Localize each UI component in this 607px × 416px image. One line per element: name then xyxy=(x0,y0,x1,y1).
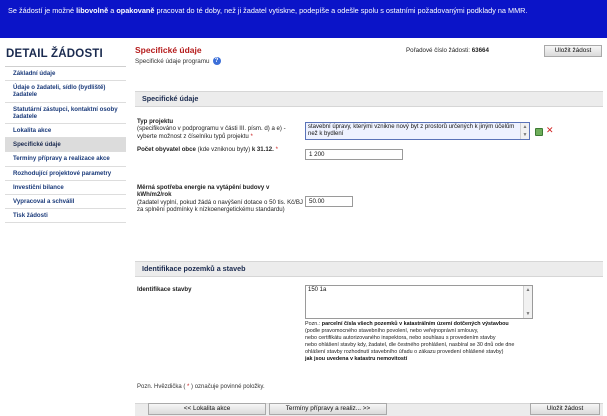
sidebar-item-investicni-bilance[interactable]: Investiční bilance xyxy=(5,181,126,196)
banner-bold-2: opakovaně xyxy=(116,6,155,15)
banner-text-3: pracovat do té doby, než ji žadatel vyti… xyxy=(154,6,528,15)
typ-projektu-required: * xyxy=(250,132,253,140)
note-bold-1: parcelní čísla všech pozemků v katastrál… xyxy=(321,321,509,327)
page-title: Specifické údaje xyxy=(135,45,202,55)
help-icon[interactable]: ? xyxy=(212,57,221,65)
note-line-5: ohlášení stavby rozhodnutí stavebního úř… xyxy=(305,348,504,355)
typ-projektu-value: stavební úpravy, kterými vznikne nový by… xyxy=(308,124,515,138)
note-line-3: nebo certifikátu autorizovaného inspekto… xyxy=(305,334,496,341)
typ-projektu-title: Typ projektu xyxy=(137,118,174,125)
main-content: Specifické údaje Specifické údaje progra… xyxy=(130,38,607,416)
identifikace-stavby-label: Identifikace stavby xyxy=(137,286,192,293)
sidebar: DETAIL ŽÁDOSTI Základní údaje Údaje o ža… xyxy=(0,38,130,416)
energie-label: Měrná spotřeba energie na vytápění budov… xyxy=(137,184,303,214)
sidebar-item-zakladni-udaje[interactable]: Základní údaje xyxy=(5,67,126,82)
typ-projektu-scrollbar[interactable]: ▲ ▼ xyxy=(520,123,529,139)
pocet-obyvatel-input[interactable]: 1 200 xyxy=(305,149,403,160)
energie-input[interactable]: 50.00 xyxy=(305,196,353,207)
scroll-up-icon[interactable]: ▲ xyxy=(525,287,531,293)
sidebar-item-vypracoval[interactable]: Vypracoval a schválil xyxy=(5,195,126,210)
banner-text-1: Se žádostí je možné xyxy=(8,6,77,15)
pocet-obyvatel-label: Počet obyvatel obce (kde vzniknou byty) … xyxy=(137,146,302,153)
energie-hint: (žadatel vyplní, pokud žádá o navýšení d… xyxy=(137,198,303,214)
sidebar-item-statutarni-zastupci[interactable]: Statutární zástupci, kontaktní osoby žad… xyxy=(5,103,126,125)
sidebar-item-parametry[interactable]: Rozhodující projektové parametry xyxy=(5,167,126,181)
stavby-note: Pozn.: parcelní čísla všech pozemků v ka… xyxy=(305,321,605,362)
typ-projektu-label: Typ projektu (specifikováno v podprogram… xyxy=(137,118,302,140)
pocet-obyvatel-required: * xyxy=(275,146,278,153)
sidebar-item-specificke-udaje[interactable]: Specifické údaje xyxy=(5,138,126,153)
save-button-bottom[interactable]: Uložit žádost xyxy=(530,403,600,415)
note-prefix: Pozn.: xyxy=(305,321,322,327)
section-header-specificke-udaje: Specifické údaje xyxy=(135,91,603,107)
order-number: Pořadové číslo žádosti: 63664 xyxy=(406,47,489,54)
page-subtitle: Specifické údaje programu ? xyxy=(135,57,221,65)
required-note-prefix: Pozn. Hvězdička ( xyxy=(137,384,188,390)
order-number-value: 63664 xyxy=(471,47,489,54)
stavby-scrollbar[interactable]: ▲ ▼ xyxy=(523,286,532,318)
page-subtitle-text: Specifické údaje programu xyxy=(135,57,210,65)
identifikace-stavby-textarea[interactable]: 150 1a ▲ ▼ xyxy=(305,285,533,319)
sidebar-item-tisk[interactable]: Tisk žádosti xyxy=(5,209,126,224)
prev-button[interactable]: << Lokalita akce xyxy=(148,403,266,415)
sidebar-title: DETAIL ŽÁDOSTI xyxy=(6,48,103,60)
scroll-up-icon[interactable]: ▲ xyxy=(522,124,528,130)
sidebar-nav: Základní údaje Údaje o žadateli, sídlo (… xyxy=(5,66,126,224)
scroll-down-icon[interactable]: ▼ xyxy=(525,311,531,317)
pocet-obyvatel-title: Počet obyvatel obce xyxy=(137,146,196,153)
typ-projektu-hint: (specifikováno v podprogramu v části III… xyxy=(137,125,286,140)
sidebar-item-lokalita-akce[interactable]: Lokalita akce xyxy=(5,124,126,139)
identifikace-stavby-value: 150 1a xyxy=(308,287,327,293)
identifikace-stavby-title: Identifikace stavby xyxy=(137,286,192,293)
banner-bold-1: libovolně xyxy=(76,6,109,15)
next-button[interactable]: Termíny přípravy a realiz... >> xyxy=(269,403,387,415)
note-line-4: nebo ohlášení stavby kdy, žadatel, dle č… xyxy=(305,341,515,348)
typ-projektu-select[interactable]: stavební úpravy, kterými vznikne nový by… xyxy=(305,122,530,140)
pocet-obyvatel-date: k 31.12. xyxy=(251,146,274,153)
sidebar-item-terminy[interactable]: Termíny přípravy a realizace akce xyxy=(5,152,126,167)
energie-title: Měrná spotřeba energie na vytápění budov… xyxy=(137,184,270,199)
save-button-top[interactable]: Uložit žádost xyxy=(544,45,602,57)
required-note-suffix: ) označuje povinné položky. xyxy=(189,384,265,390)
order-number-label: Pořadové číslo žádosti: xyxy=(406,47,470,54)
scroll-down-icon[interactable]: ▼ xyxy=(522,132,528,138)
required-note: Pozn. Hvězdička ( * ) označuje povinné p… xyxy=(137,384,265,390)
delete-icon[interactable]: ✕ xyxy=(546,125,554,135)
sidebar-item-udaje-o-zadateli[interactable]: Údaje o žadateli, sídlo (bydliště) žadat… xyxy=(5,81,126,103)
pocet-obyvatel-rest: (kde vzniknou byty) xyxy=(195,146,252,153)
note-bold-2: jak jsou uvedena v katastru nemovitostí xyxy=(305,355,408,362)
add-icon[interactable] xyxy=(535,128,543,136)
info-banner: Se žádostí je možné libovolně a opakovan… xyxy=(0,0,607,38)
section-header-identifikace: Identifikace pozemků a staveb xyxy=(135,261,603,277)
note-line-2: (podle pravomocného stavebního povolení,… xyxy=(305,327,479,334)
